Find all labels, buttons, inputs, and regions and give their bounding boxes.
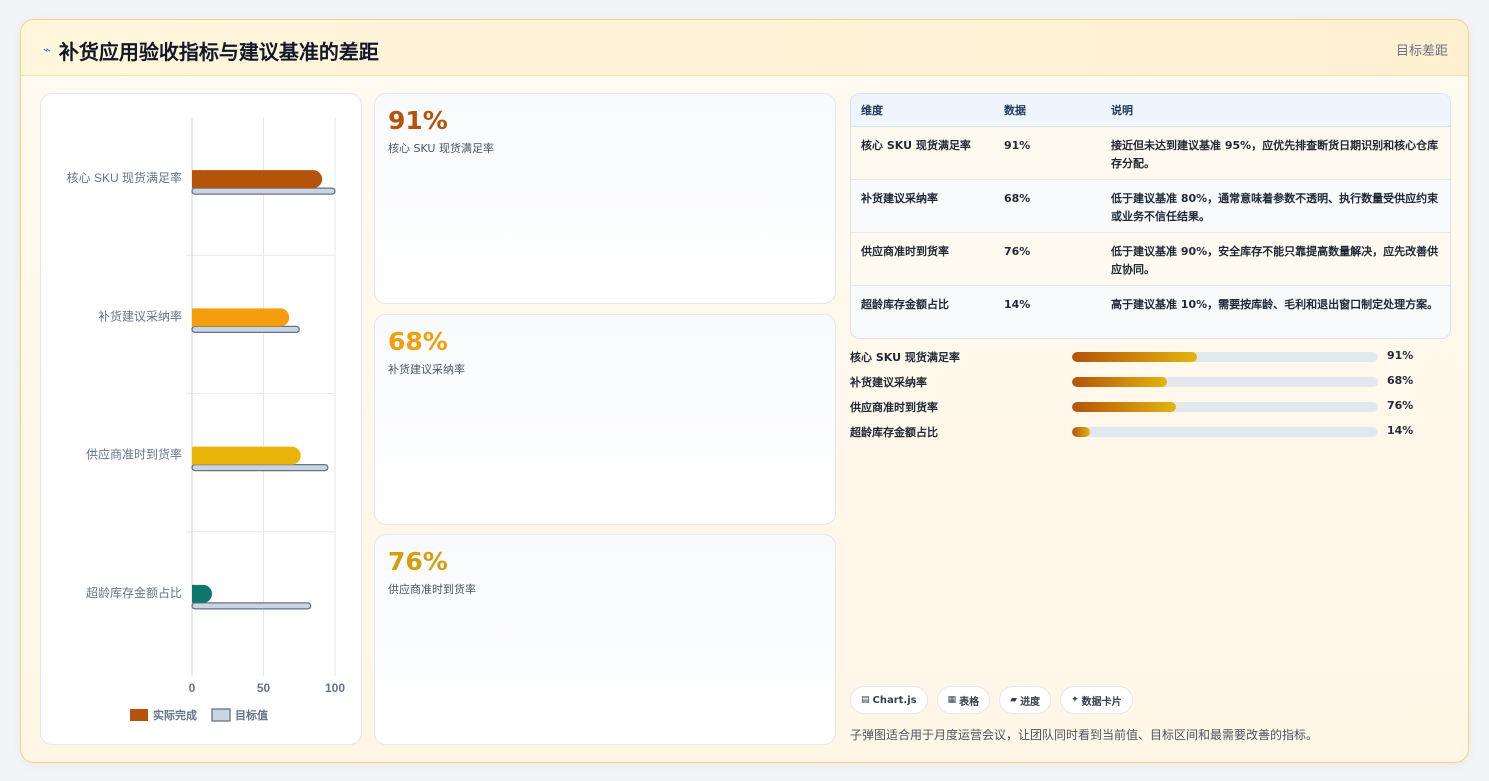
table-row: 核心 SKU 现货满足率 91% 接近但未达到建议基准 95%，应优先排查断货日… — [851, 126, 1450, 180]
cell-dimension: 核心 SKU 现货满足率 — [851, 126, 994, 180]
cell-note: 低于建议基准 80%，通常意味着参数不透明、执行数量受供应约束或业务不信任结果。 — [1101, 179, 1450, 233]
chip-data-card[interactable]: ✦ 数据卡片 — [1060, 686, 1133, 714]
kpi-label: 补货建议采纳率 — [388, 363, 465, 376]
progress-fill — [1072, 352, 1198, 362]
legend-swatch-actual — [130, 709, 148, 721]
sparkle-icon: ✦ — [1071, 695, 1079, 705]
progress-row: 超龄库存金额占比 14% — [850, 424, 1451, 449]
bar-actual-left-cap — [192, 446, 201, 465]
bar-actual-left-cap — [192, 584, 201, 603]
bar-actual — [192, 446, 301, 465]
progress-value: 76% — [1387, 399, 1414, 412]
kpi-value: 68% — [388, 327, 448, 356]
cell-value: 14% — [994, 285, 1101, 338]
column-header-value: 数据 — [994, 94, 1101, 127]
bar-target — [191, 325, 300, 334]
kpi-label: 供应商准时到货率 — [388, 583, 476, 596]
progress-icon: ▰ — [1010, 695, 1018, 705]
progress-track — [1072, 402, 1378, 412]
bar-actual — [192, 170, 323, 189]
progress-label: 超龄库存金额占比 — [850, 426, 938, 439]
y-tick-label: 超龄库存金额占比 — [86, 585, 182, 600]
panel-header: ⌁ 补货应用验收指标与建议基准的差距 目标差距 — [21, 20, 1468, 76]
cell-note: 接近但未达到建议基准 95%，应优先排查断货日期识别和核心仓库存分配。 — [1101, 126, 1450, 180]
cell-value: 76% — [994, 232, 1101, 286]
x-tick-label: 100 — [325, 681, 345, 695]
progress-label: 补货建议采纳率 — [850, 376, 927, 389]
bullet-chart-card: 核心 SKU 现货满足率补货建议采纳率供应商准时到货率 超龄库存金额占比 0 50 10… — [40, 93, 362, 745]
table-row: 补货建议采纳率 68% 低于建议基准 80%，通常意味着参数不透明、执行数量受供… — [851, 179, 1450, 233]
header-tag: 目标差距 — [1395, 44, 1448, 59]
progress-track — [1072, 352, 1378, 362]
progress-row: 补货建议采纳率 68% — [850, 374, 1451, 399]
progress-value: 68% — [1387, 374, 1414, 387]
progress-row: 核心 SKU 现货满足率 91% — [850, 349, 1451, 374]
cell-note: 高于建议基准 10%，需要按库龄、毛利和退出窗口制定处理方案。 — [1101, 285, 1450, 338]
legend-label-target: 目标值 — [235, 708, 268, 722]
chip-label: Chart.js — [872, 694, 917, 706]
kpi-card-3: 76% 供应商准时到货率 — [374, 534, 836, 745]
bar-actual — [192, 308, 290, 327]
table-header-row: 维度 数据 说明 — [851, 94, 1450, 127]
cell-dimension: 供应商准时到货率 — [851, 232, 994, 286]
chip-chartjs[interactable]: ▤ Chart.js — [850, 686, 928, 714]
kpi-value: 91% — [388, 106, 448, 135]
feature-chips: ▤ Chart.js ▦ 表格 ▰ 进度 ✦ 数据卡片 — [850, 686, 1142, 714]
page-title: 补货应用验收指标与建议基准的差距 — [58, 40, 379, 64]
progress-fill — [1072, 427, 1091, 437]
chip-label: 进度 — [1020, 696, 1041, 708]
progress-label: 供应商准时到货率 — [850, 401, 938, 414]
legend-label-actual: 实际完成 — [153, 708, 197, 722]
metrics-table: 维度 数据 说明 核心 SKU 现货满足率 91% 接近但未达到建议基准 95%… — [851, 94, 1450, 338]
legend-swatch-target — [211, 708, 231, 722]
bar-target — [191, 187, 336, 195]
chip-table[interactable]: ▦ 表格 — [936, 686, 991, 714]
bar-actual-left-cap — [192, 308, 201, 327]
bar-target — [191, 463, 329, 472]
footer-note: 子弹图适合用于月度运营会议，让团队同时看到当前值、目标区间和最需要改善的指标。 — [850, 728, 1319, 742]
cell-value: 91% — [994, 126, 1101, 180]
column-header-note: 说明 — [1101, 94, 1450, 127]
progress-value: 91% — [1387, 349, 1414, 362]
column-header-dimension: 维度 — [851, 94, 994, 127]
chip-progress[interactable]: ▰ 进度 — [999, 686, 1052, 714]
chip-label: 表格 — [959, 696, 980, 708]
table-row: 超龄库存金额占比 14% 高于建议基准 10%，需要按库龄、毛利和退出窗口制定处… — [851, 285, 1450, 338]
kpi-card-1: 91% 核心 SKU 现货满足率 — [374, 93, 836, 304]
y-tick-label: 供应商准时到货率 — [86, 447, 182, 462]
cell-value: 68% — [994, 179, 1101, 233]
kpi-card-2: 68% 补货建议采纳率 — [374, 314, 836, 525]
progress-track — [1072, 377, 1378, 387]
progress-fill — [1072, 402, 1177, 412]
trend-line-icon: ⌁ — [43, 43, 51, 58]
table-icon: ▦ — [947, 695, 957, 705]
table-row: 供应商准时到货率 76% 低于建议基准 90%，安全库存不能只靠提高数量解决，应… — [851, 232, 1450, 286]
y-tick-label: 补货建议采纳率 — [98, 308, 182, 323]
y-tick-label: 核心 SKU 现货满足率 — [67, 170, 182, 185]
kpi-value: 76% — [388, 547, 448, 576]
cell-note: 低于建议基准 90%，安全库存不能只靠提高数量解决，应先改善供应协同。 — [1101, 232, 1450, 286]
chip-label: 数据卡片 — [1081, 696, 1122, 708]
cell-dimension: 超龄库存金额占比 — [851, 285, 994, 338]
progress-row: 供应商准时到货率 76% — [850, 399, 1451, 424]
progress-value: 14% — [1387, 424, 1414, 437]
x-tick-label: 0 — [189, 681, 196, 695]
title-wrap: ⌁ 补货应用验收指标与建议基准的差距 — [43, 36, 379, 65]
bar-target — [191, 602, 312, 610]
chart-icon: ▤ — [861, 695, 870, 705]
cell-dimension: 补货建议采纳率 — [851, 179, 994, 233]
progress-track — [1072, 427, 1378, 437]
kpi-label: 核心 SKU 现货满足率 — [388, 142, 494, 155]
progress-label: 核心 SKU 现货满足率 — [850, 351, 960, 364]
bar-actual-left-cap — [192, 170, 201, 189]
x-tick-label: 50 — [257, 681, 271, 695]
main-panel: ⌁ 补货应用验收指标与建议基准的差距 目标差距 核心 SKU 现货满足率 补货建议… — [20, 19, 1469, 763]
progress-list: 核心 SKU 现货满足率 91% 补货建议采纳率 68% 供应商准时到货率 76… — [850, 349, 1451, 449]
metrics-table-wrap: 维度 数据 说明 核心 SKU 现货满足率 91% 接近但未达到建议基准 95%… — [850, 93, 1451, 339]
progress-fill — [1072, 377, 1167, 387]
bullet-chart: 核心 SKU 现货满足率补货建议采纳率供应商准时到货率超龄库存金额占比 0 50 10… — [67, 117, 345, 722]
